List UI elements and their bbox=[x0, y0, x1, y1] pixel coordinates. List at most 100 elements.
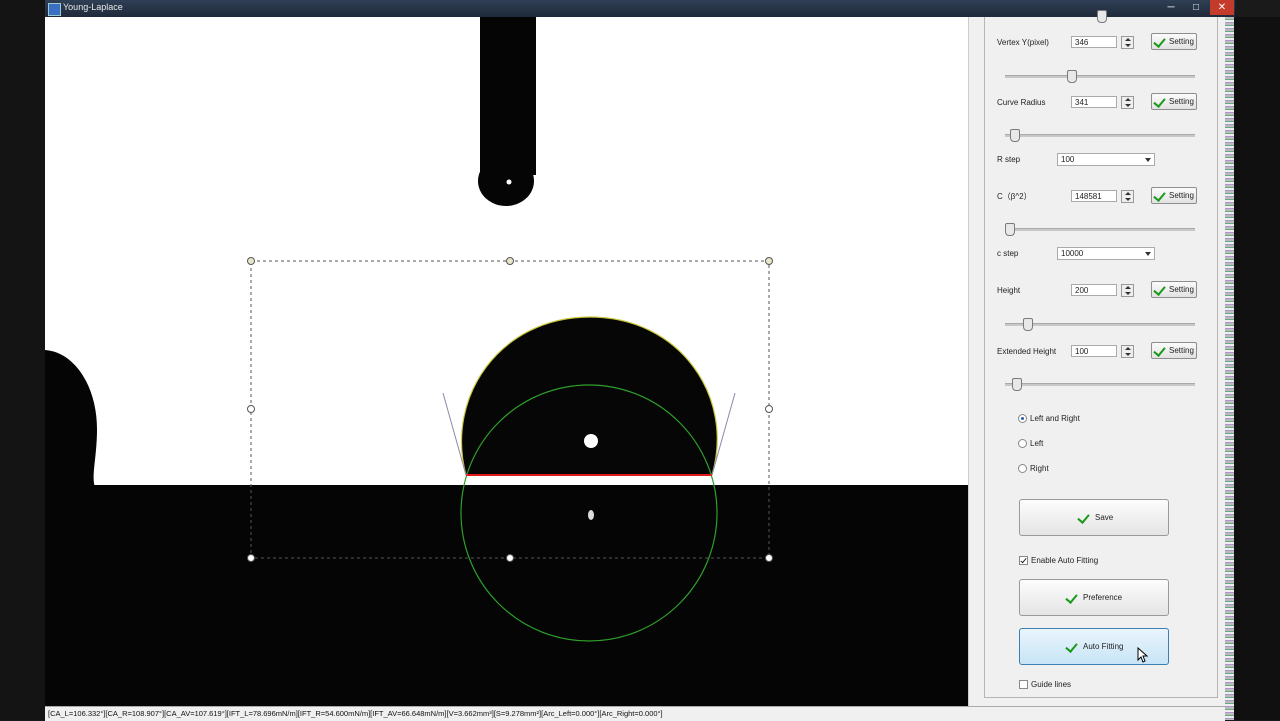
save-label: Save bbox=[1095, 513, 1114, 522]
droplet-image bbox=[45, 17, 968, 706]
preference-button[interactable]: Preference bbox=[1019, 579, 1169, 616]
slider-thumb[interactable] bbox=[1005, 223, 1015, 236]
handle-bottom-mid bbox=[506, 554, 514, 562]
needle-tip-drop bbox=[478, 156, 534, 206]
extended-height-setting-button[interactable]: Setting bbox=[1151, 342, 1197, 359]
extended-height-spinbox[interactable]: 100 bbox=[1071, 345, 1135, 358]
radio-right-label: Right bbox=[1030, 464, 1049, 473]
check-icon bbox=[1153, 344, 1166, 357]
height-value[interactable]: 200 bbox=[1071, 284, 1117, 296]
chevron-down-icon bbox=[1145, 158, 1151, 162]
r-step-label: R step bbox=[997, 155, 1021, 164]
desktop-right-edge bbox=[1225, 17, 1280, 720]
vertex-y-spinbox[interactable]: 346 bbox=[1071, 36, 1135, 49]
height-label: Height bbox=[997, 286, 1021, 295]
handle-top-mid bbox=[506, 257, 514, 265]
vertex-y-spin-arrows[interactable] bbox=[1121, 36, 1134, 49]
status-bar: [CA_L=106.332°][CA_R=108.907°][CA_AV=107… bbox=[45, 706, 1225, 721]
check-icon bbox=[1153, 283, 1166, 296]
slider-thumb[interactable] bbox=[1097, 10, 1107, 23]
setting-label: Setting bbox=[1169, 37, 1194, 46]
vertex-y-label: Vertex Y(pixel) bbox=[997, 38, 1049, 47]
desktop-left-edge bbox=[0, 0, 45, 720]
needle bbox=[480, 17, 536, 175]
vertex-y-setting-button[interactable]: Setting bbox=[1151, 33, 1197, 50]
height-slider[interactable] bbox=[1005, 318, 1195, 331]
control-panel-frame: Vertex Y(pixel) 346 Setting Curve Radius… bbox=[984, 10, 1218, 698]
auto-fitting-button[interactable]: Auto Fitting bbox=[1019, 628, 1169, 665]
handle-top-right bbox=[765, 257, 773, 265]
slider-thumb[interactable] bbox=[1067, 70, 1077, 83]
slider-track bbox=[1005, 228, 1195, 231]
curve-radius-value[interactable]: 341 bbox=[1071, 96, 1117, 108]
c-value[interactable]: 148581 bbox=[1071, 190, 1117, 202]
check-icon bbox=[1153, 95, 1166, 108]
droplet-image-view[interactable] bbox=[45, 17, 968, 706]
save-button[interactable]: Save bbox=[1019, 499, 1169, 536]
c-slider[interactable] bbox=[1005, 223, 1195, 236]
enable-auto-fitting-checkbox[interactable] bbox=[1019, 556, 1028, 565]
slider-thumb[interactable] bbox=[1012, 378, 1022, 391]
slider-track bbox=[1005, 75, 1195, 78]
c-step-value: 10000 bbox=[1061, 249, 1084, 258]
r-step-dropdown[interactable]: 100 bbox=[1057, 153, 1155, 166]
height-setting-button[interactable]: Setting bbox=[1151, 281, 1197, 298]
extended-height-label: Extended Height bbox=[997, 347, 1057, 356]
auto-fitting-label: Auto Fitting bbox=[1083, 642, 1124, 651]
handle-mid-left bbox=[247, 405, 255, 413]
needle-highlight bbox=[506, 179, 512, 185]
handle-mid-right bbox=[765, 405, 773, 413]
droplet-highlight bbox=[584, 434, 598, 448]
curve-radius-spin-arrows[interactable] bbox=[1121, 96, 1134, 109]
r-step-value: 100 bbox=[1061, 155, 1075, 164]
check-icon bbox=[1065, 640, 1078, 653]
c-spin-arrows[interactable] bbox=[1121, 190, 1134, 203]
height-spin-arrows[interactable] bbox=[1121, 284, 1134, 297]
control-panel: Vertex Y(pixel) 346 Setting Curve Radius… bbox=[978, 10, 1225, 706]
neighbor-drop-base bbox=[45, 487, 100, 706]
droplet bbox=[461, 317, 718, 475]
check-icon bbox=[1153, 189, 1166, 202]
radio-left-and-right[interactable] bbox=[1018, 414, 1027, 423]
mouse-cursor-icon bbox=[1137, 647, 1149, 663]
radio-left[interactable] bbox=[1018, 439, 1027, 448]
extended-height-slider[interactable] bbox=[1005, 378, 1195, 391]
screen-edge-artifact bbox=[1225, 17, 1234, 720]
guide-lines-label: Guide lines bbox=[1031, 680, 1072, 689]
handle-bottom-right bbox=[765, 554, 773, 562]
radio-left-label: Left bbox=[1030, 439, 1044, 448]
app-icon bbox=[48, 3, 61, 16]
c-step-label: c step bbox=[997, 249, 1019, 258]
vertex-y-slider[interactable] bbox=[1005, 70, 1195, 83]
slider-thumb[interactable] bbox=[1010, 129, 1020, 142]
setting-label: Setting bbox=[1169, 285, 1194, 294]
window-title: Young-Laplace bbox=[63, 2, 123, 12]
substrate bbox=[45, 485, 968, 706]
status-text: [CA_L=106.332°][CA_R=108.907°][CA_AV=107… bbox=[48, 709, 663, 718]
c-setting-button[interactable]: Setting bbox=[1151, 187, 1197, 204]
radio-right[interactable] bbox=[1018, 464, 1027, 473]
slider-track bbox=[1005, 383, 1195, 386]
curve-radius-spinbox[interactable]: 341 bbox=[1071, 96, 1135, 109]
extended-height-value[interactable]: 100 bbox=[1071, 345, 1117, 357]
close-button[interactable]: ✕ bbox=[1210, 0, 1234, 15]
curve-radius-setting-button[interactable]: Setting bbox=[1151, 93, 1197, 110]
extended-height-spin-arrows[interactable] bbox=[1121, 345, 1134, 358]
slider-thumb[interactable] bbox=[1023, 318, 1033, 331]
check-icon bbox=[1065, 591, 1078, 604]
setting-label: Setting bbox=[1169, 191, 1194, 200]
top-slider[interactable] bbox=[1005, 10, 1195, 23]
setting-label: Setting bbox=[1169, 346, 1194, 355]
setting-label: Setting bbox=[1169, 97, 1194, 106]
neighbor-drop bbox=[45, 350, 97, 497]
c-spinbox[interactable]: 148581 bbox=[1071, 190, 1135, 203]
guide-lines-checkbox[interactable] bbox=[1019, 680, 1028, 689]
vertex-y-value[interactable]: 346 bbox=[1071, 36, 1117, 48]
reflection-highlight bbox=[588, 510, 594, 520]
curve-radius-slider[interactable] bbox=[1005, 129, 1195, 142]
c-step-dropdown[interactable]: 10000 bbox=[1057, 247, 1155, 260]
slider-track bbox=[1005, 134, 1195, 137]
height-spinbox[interactable]: 200 bbox=[1071, 284, 1135, 297]
check-icon bbox=[1153, 35, 1166, 48]
slider-track bbox=[1005, 323, 1195, 326]
